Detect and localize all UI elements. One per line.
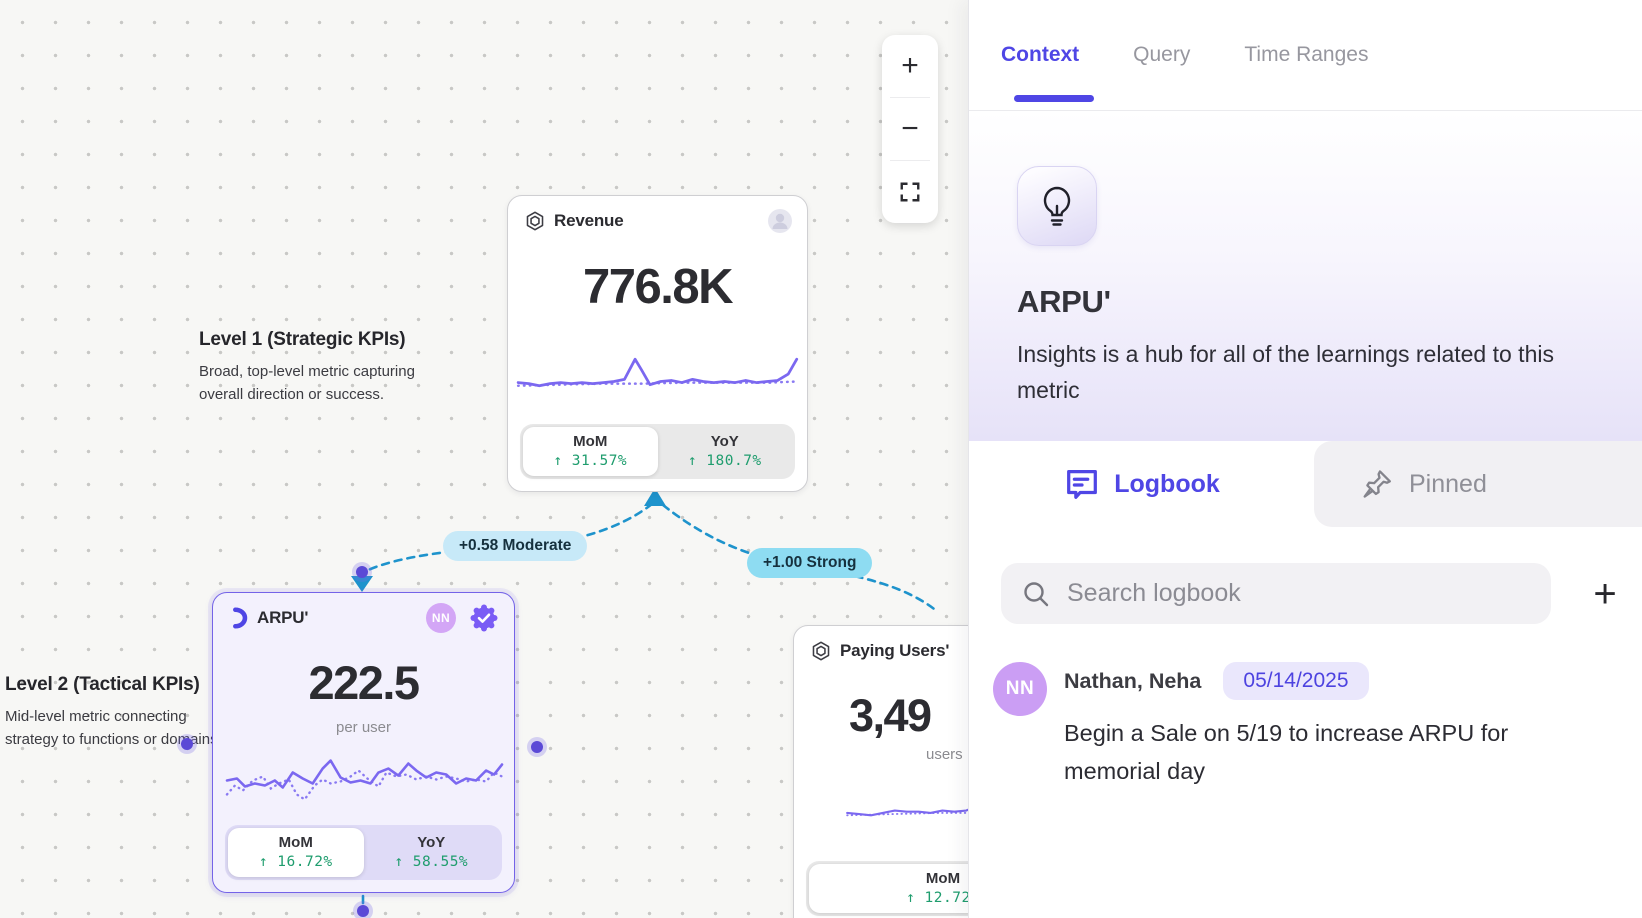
hexagon-metric-icon bbox=[524, 210, 546, 232]
pushpin-icon bbox=[1362, 467, 1396, 501]
subtab-logbook-label: Logbook bbox=[1114, 470, 1220, 499]
fit-view-button[interactable] bbox=[882, 161, 938, 223]
mom-toggle[interactable]: MoM ↑ 16.72% bbox=[228, 828, 364, 877]
logbook-comment-icon bbox=[1063, 465, 1101, 503]
add-log-entry-button[interactable]: + bbox=[1579, 568, 1631, 620]
trend-footer: MoM ↑ 16.72% YoY ↑ 58.55% bbox=[225, 825, 502, 880]
mom-toggle[interactable]: MoM ↑ 12.72% bbox=[809, 864, 968, 913]
mom-percent: ↑ 12.72% bbox=[809, 890, 968, 906]
logbook-search[interactable] bbox=[1001, 563, 1551, 624]
minus-icon: − bbox=[901, 112, 919, 146]
panel-tab-bar: Context Query Time Ranges bbox=[969, 0, 1642, 111]
plus-icon: + bbox=[901, 49, 919, 83]
active-tab-underline bbox=[1014, 95, 1094, 102]
tab-time-ranges[interactable]: Time Ranges bbox=[1244, 43, 1368, 67]
yoy-toggle[interactable]: YoY ↑ 180.7% bbox=[658, 427, 793, 476]
log-entry[interactable]: NN Nathan, Neha 05/14/2025 Begin a Sale … bbox=[993, 662, 1593, 790]
subtab-logbook[interactable]: Logbook bbox=[969, 441, 1314, 527]
card-title-paying-users: Paying Users' bbox=[840, 641, 968, 661]
card-title-revenue: Revenue bbox=[554, 211, 759, 231]
log-author: Nathan, Neha bbox=[1064, 669, 1201, 694]
yoy-toggle[interactable]: YoY ↑ 58.55% bbox=[364, 828, 500, 877]
metric-tree-canvas[interactable]: Level 1 (Strategic KPIs) Broad, top-leve… bbox=[0, 0, 968, 918]
metric-description: Insights is a hub for all of the learnin… bbox=[1017, 336, 1582, 408]
context-panel: Context Query Time Ranges ARPU' Insights… bbox=[968, 0, 1642, 918]
metric-unit: users bbox=[926, 746, 963, 763]
logbook-pinned-tabs: Logbook Pinned bbox=[969, 441, 1642, 527]
crescent-metric-icon bbox=[229, 607, 249, 629]
metric-value: 776.8K bbox=[508, 259, 807, 315]
mom-toggle[interactable]: MoM ↑ 31.57% bbox=[523, 427, 658, 476]
arpu-right-handle[interactable] bbox=[527, 737, 547, 757]
trend-footer: MoM ↑ 12.72% bbox=[806, 861, 968, 916]
metric-value: 3,49 bbox=[849, 690, 931, 742]
edge-label-moderate[interactable]: +0.58 Moderate bbox=[443, 531, 587, 561]
owner-initials-badge: NN bbox=[426, 603, 456, 633]
sparkline-arpu bbox=[225, 749, 504, 807]
logbook-search-input[interactable] bbox=[1067, 579, 1487, 608]
app-window: Level 1 (Strategic KPIs) Broad, top-leve… bbox=[0, 0, 1642, 918]
log-date-badge[interactable]: 05/14/2025 bbox=[1223, 662, 1368, 700]
yoy-percent: ↑ 58.55% bbox=[364, 854, 500, 870]
tab-context[interactable]: Context bbox=[1001, 43, 1079, 67]
level1-title: Level 1 (Strategic KPIs) bbox=[199, 329, 444, 351]
verified-check-badge bbox=[468, 602, 500, 634]
trend-footer: MoM ↑ 31.57% YoY ↑ 180.7% bbox=[520, 424, 795, 479]
zoom-in-button[interactable]: + bbox=[882, 35, 938, 97]
metric-card-revenue[interactable]: Revenue 776.8K MoM ↑ 31.57% bbox=[507, 195, 808, 492]
edge-label-strong[interactable]: +1.00 Strong bbox=[747, 548, 872, 578]
arpu-left-handle[interactable] bbox=[177, 734, 197, 754]
canvas-zoom-controls: + − bbox=[882, 35, 938, 223]
level1-description: Broad, top-level metric capturing overal… bbox=[199, 360, 444, 406]
sparkline-paying-users bbox=[806, 776, 968, 826]
metric-title: ARPU' bbox=[1017, 284, 1602, 320]
subtab-pinned[interactable]: Pinned bbox=[1314, 441, 1642, 527]
fullscreen-icon bbox=[899, 181, 921, 203]
logbook-toolbar: + bbox=[1001, 563, 1642, 624]
sparkline-revenue bbox=[516, 348, 801, 398]
zoom-out-button[interactable]: − bbox=[882, 98, 938, 160]
author-avatar: NN bbox=[993, 662, 1047, 716]
subtab-pinned-label: Pinned bbox=[1409, 470, 1487, 499]
yoy-percent: ↑ 180.7% bbox=[658, 453, 793, 469]
mom-percent: ↑ 31.57% bbox=[523, 453, 658, 469]
metric-unit: per user bbox=[213, 719, 514, 736]
metric-hero-section: ARPU' Insights is a hub for all of the l… bbox=[969, 111, 1642, 441]
search-icon bbox=[1021, 579, 1051, 609]
lightbulb-icon bbox=[1037, 184, 1077, 228]
hexagon-metric-icon bbox=[810, 640, 832, 662]
mom-percent: ↑ 16.72% bbox=[228, 854, 364, 870]
level1-annotation: Level 1 (Strategic KPIs) Broad, top-leve… bbox=[199, 329, 444, 406]
tab-query[interactable]: Query bbox=[1133, 43, 1190, 67]
metric-card-paying-users[interactable]: Paying Users' 3,49 users MoM ↑ 12.72% bbox=[793, 625, 968, 918]
level2-title: Level 2 (Tactical KPIs) bbox=[5, 674, 223, 696]
log-message: Begin a Sale on 5/19 to increase ARPU fo… bbox=[1064, 714, 1554, 790]
owner-avatar-icon bbox=[767, 208, 793, 234]
card-title-arpu: ARPU' bbox=[257, 608, 418, 628]
arpu-bottom-handle[interactable] bbox=[353, 901, 373, 918]
metric-card-arpu[interactable]: ARPU' NN 222.5 per user bbox=[212, 592, 515, 893]
arpu-top-handle[interactable] bbox=[352, 562, 372, 582]
metric-value: 222.5 bbox=[213, 655, 514, 710]
insights-tile bbox=[1017, 166, 1097, 246]
